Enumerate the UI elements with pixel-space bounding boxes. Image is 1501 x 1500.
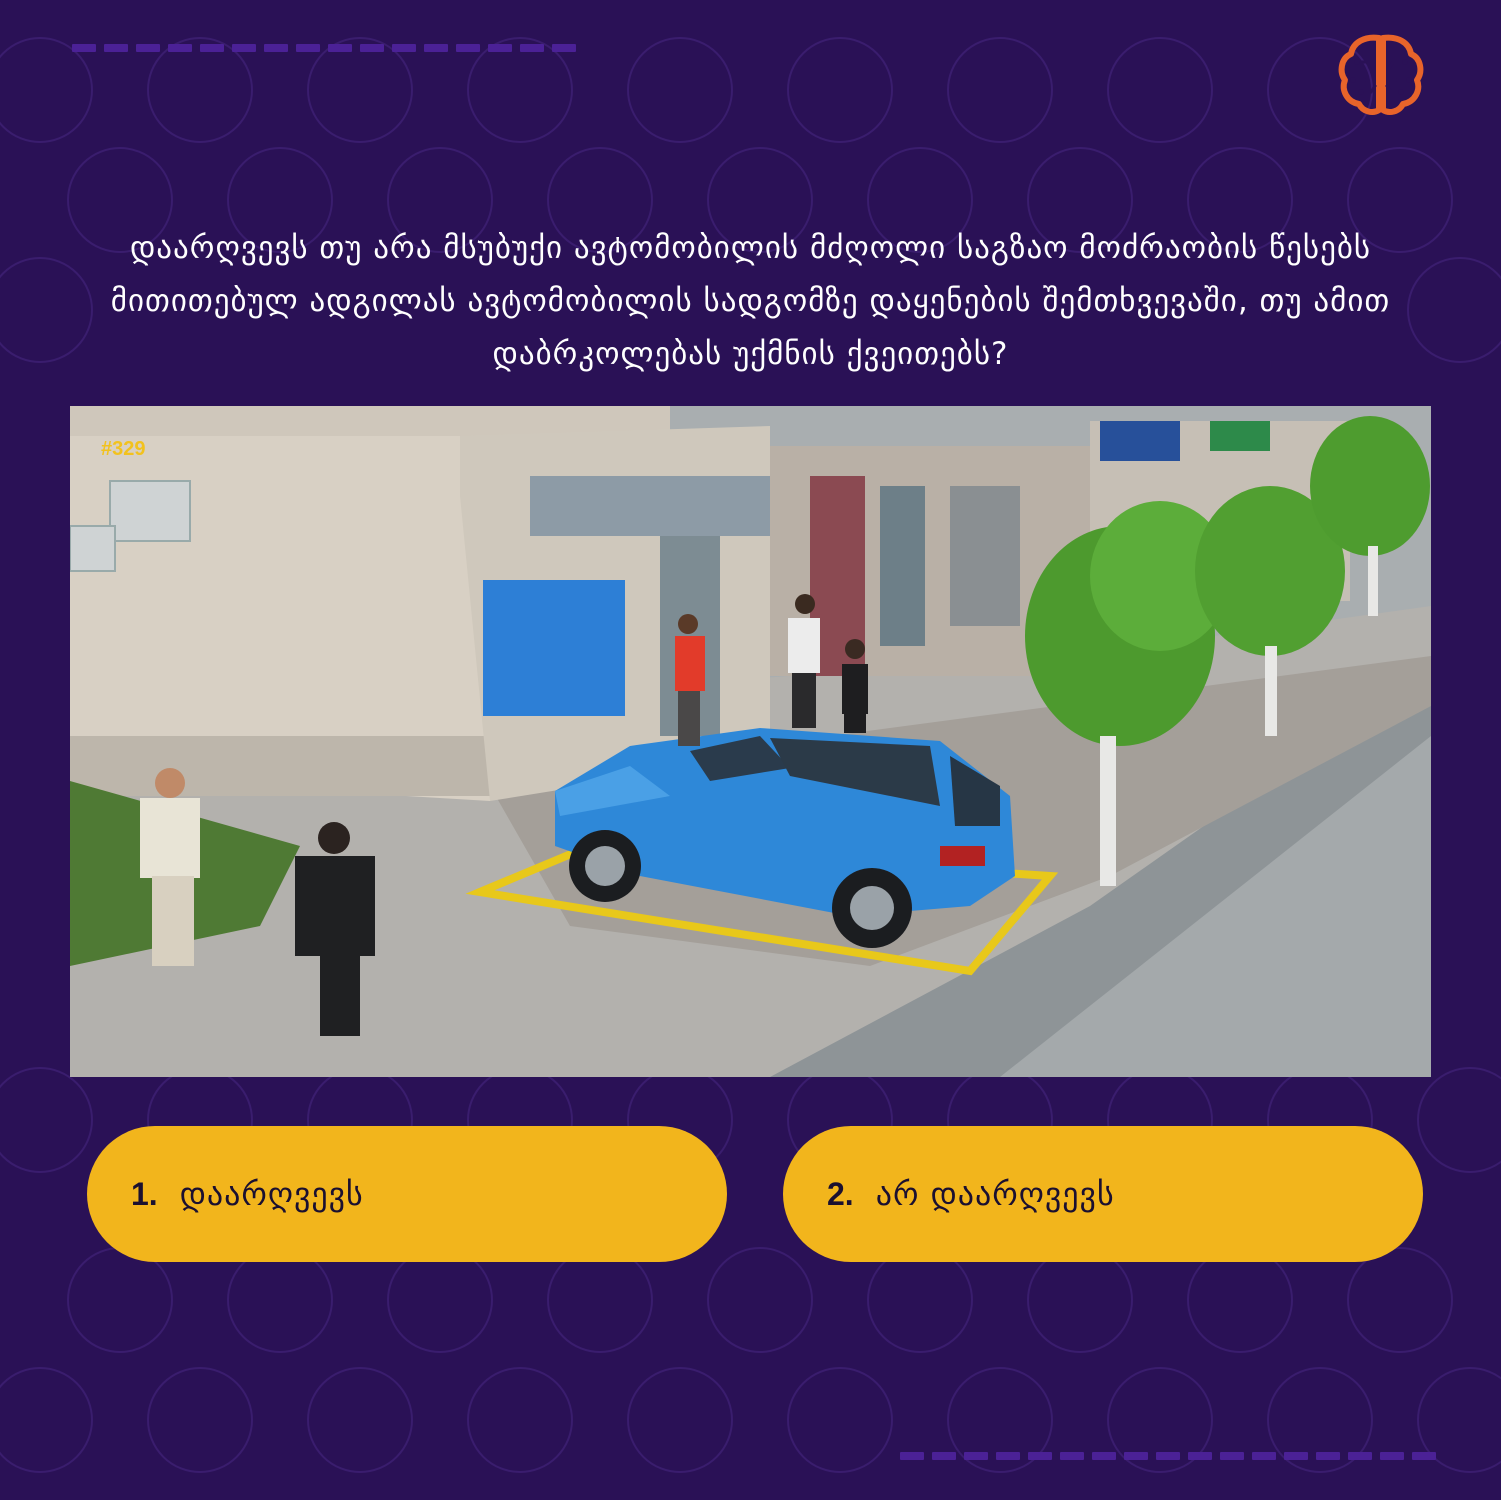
bottom-dash-decoration (900, 1452, 1436, 1460)
answer-number: 2. (827, 1175, 854, 1212)
question-number: #329 (101, 438, 146, 460)
question-text: დაარღვევს თუ არა მსუბუქი ავტომობილის მძღ… (110, 230, 1391, 372)
brain-circuit-icon (1338, 34, 1424, 115)
answer-number: 1. (131, 1175, 158, 1212)
answer-option-1-button[interactable]: 1. დაარღვევს (87, 1126, 727, 1262)
top-dash-decoration (72, 44, 576, 52)
answer-label: არ დაარღვევს (875, 1175, 1115, 1213)
answer-option-2-button[interactable]: 2. არ დაარღვევს (783, 1126, 1423, 1262)
answer-label: დაარღვევს (179, 1175, 364, 1213)
scene-illustration: #329 (70, 406, 1431, 1077)
